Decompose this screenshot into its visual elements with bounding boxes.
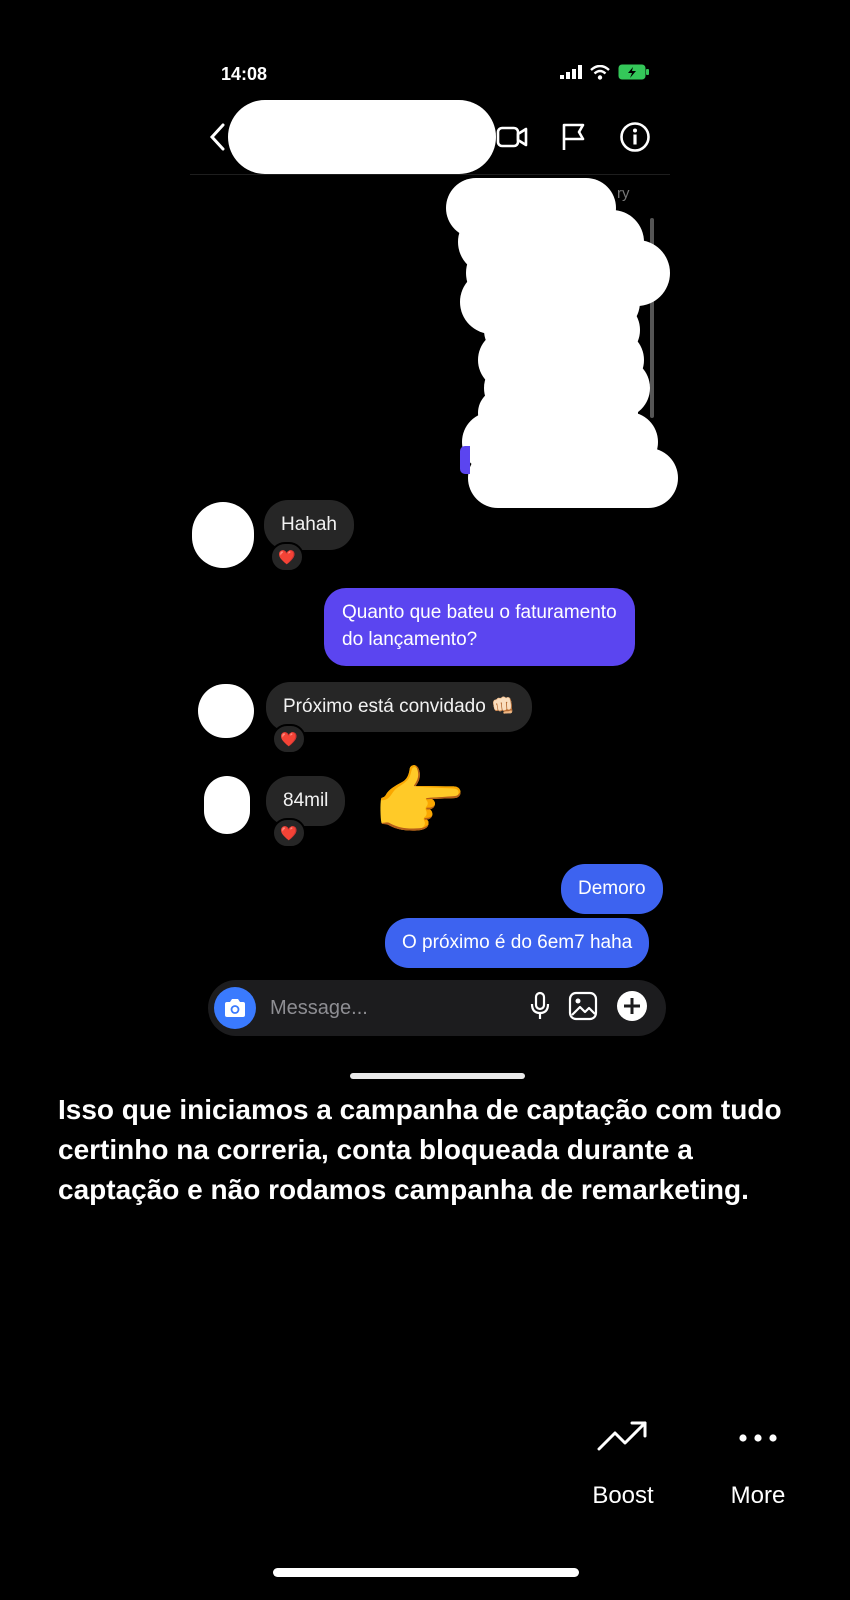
- message-bubble-incoming[interactable]: Próximo está convidado 👊🏻: [266, 682, 532, 732]
- boost-button[interactable]: Boost: [576, 1416, 670, 1510]
- battery-icon: [618, 64, 649, 80]
- redacted-username: [228, 100, 496, 174]
- info-icon[interactable]: [619, 121, 651, 158]
- heart-reaction[interactable]: ❤️: [272, 724, 306, 754]
- microphone-icon[interactable]: [530, 991, 550, 1026]
- back-icon[interactable]: [208, 122, 226, 157]
- post-caption: Isso que iniciamos a campanha de captaçã…: [58, 1094, 782, 1205]
- message-line: Quanto que bateu o faturamento: [342, 602, 617, 623]
- message-input-placeholder[interactable]: Message...: [270, 997, 530, 1020]
- more-label: More: [730, 1482, 786, 1509]
- avatar: [198, 684, 254, 738]
- heart-reaction[interactable]: ❤️: [270, 542, 304, 572]
- pointing-hand-sticker: 👉: [372, 760, 467, 845]
- add-icon[interactable]: [616, 990, 648, 1027]
- message-composer[interactable]: Message...: [208, 980, 666, 1036]
- header-divider: [190, 174, 670, 175]
- avatar: [192, 502, 254, 568]
- status-time: 14:08: [221, 64, 268, 84]
- embedded-home-indicator: [350, 1073, 525, 1079]
- signal-icon: [560, 65, 582, 79]
- partial-header-text: ry: [617, 185, 630, 202]
- gallery-icon[interactable]: [568, 991, 598, 1026]
- home-indicator[interactable]: [273, 1568, 579, 1577]
- message-line: do lançamento?: [342, 629, 478, 650]
- heart-reaction[interactable]: ❤️: [272, 818, 306, 848]
- camera-icon[interactable]: [214, 987, 256, 1029]
- message-bubble-outgoing[interactable]: Demoro: [561, 864, 663, 914]
- more-button[interactable]: More: [716, 1416, 800, 1510]
- boost-label: Boost: [592, 1482, 654, 1509]
- wifi-icon: [590, 64, 610, 80]
- message-bubble-outgoing[interactable]: Quanto que bateu o faturamento do lançam…: [324, 588, 635, 666]
- more-dots-icon: [716, 1416, 800, 1460]
- status-icons: [560, 64, 650, 80]
- avatar: [204, 776, 250, 834]
- report-flag-icon[interactable]: [561, 122, 587, 157]
- message-bubble-incoming[interactable]: 84mil: [266, 776, 346, 826]
- video-call-icon[interactable]: [496, 124, 528, 155]
- message-bubble-outgoing[interactable]: O próximo é do 6em7 haha: [385, 918, 650, 968]
- trending-up-icon: [576, 1416, 670, 1460]
